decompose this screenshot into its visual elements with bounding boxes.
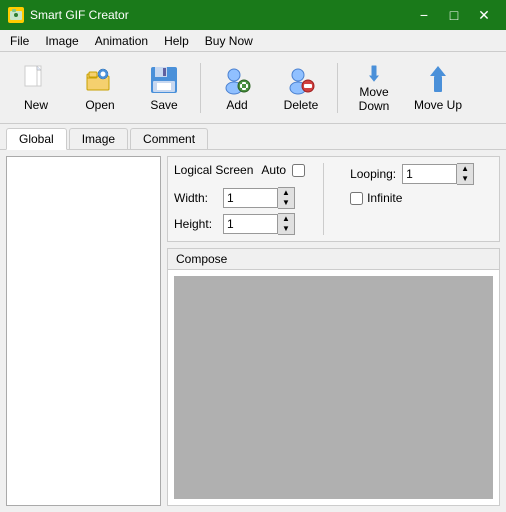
- screen-settings: Logical Screen Auto Width: 1 ▲ ▼: [174, 163, 305, 235]
- height-up-btn[interactable]: ▲: [278, 214, 294, 224]
- looping-up-btn[interactable]: ▲: [457, 164, 473, 174]
- width-up-btn[interactable]: ▲: [278, 188, 294, 198]
- width-label: Width:: [174, 191, 219, 205]
- tab-comment[interactable]: Comment: [130, 128, 208, 149]
- menu-bar: File Image Animation Help Buy Now: [0, 30, 506, 52]
- delete-label: Delete: [284, 98, 319, 112]
- save-label: Save: [150, 98, 177, 112]
- height-label: Height:: [174, 217, 219, 231]
- app-title: Smart GIF Creator: [30, 8, 410, 22]
- open-label: Open: [85, 98, 114, 112]
- move-down-label: Move Down: [349, 85, 399, 113]
- new-label: New: [24, 98, 48, 112]
- tab-global[interactable]: Global: [6, 128, 67, 150]
- width-spinner: 1 ▲ ▼: [223, 187, 295, 209]
- window-controls: − □ ✕: [410, 4, 498, 26]
- add-icon: [221, 64, 253, 96]
- title-bar: Smart GIF Creator − □ ✕: [0, 0, 506, 30]
- compose-tab-label: Compose: [176, 252, 227, 266]
- move-up-icon: [422, 64, 454, 96]
- height-input[interactable]: 1: [223, 214, 278, 234]
- add-label: Add: [226, 98, 247, 112]
- menu-animation[interactable]: Animation: [87, 30, 156, 51]
- looping-input[interactable]: 1: [402, 164, 457, 184]
- move-down-button[interactable]: Move Down: [344, 58, 404, 118]
- content-area: Global Image Comment Logical Screen Auto: [0, 124, 506, 512]
- add-button[interactable]: Add: [207, 58, 267, 118]
- auto-checkbox[interactable]: [292, 164, 305, 177]
- menu-buy-now[interactable]: Buy Now: [197, 30, 261, 51]
- move-down-icon: [358, 63, 390, 83]
- looping-down-btn[interactable]: ▼: [457, 174, 473, 184]
- settings-divider: [323, 163, 324, 235]
- move-up-label: Move Up: [414, 98, 462, 112]
- width-spin-btns: ▲ ▼: [278, 187, 295, 209]
- compose-canvas: MEDIA: [174, 276, 493, 499]
- close-button[interactable]: ✕: [470, 4, 498, 26]
- delete-button[interactable]: Delete: [271, 58, 331, 118]
- auto-label: Auto: [261, 163, 286, 177]
- looping-label: Looping:: [350, 167, 396, 181]
- menu-file[interactable]: File: [2, 30, 37, 51]
- right-section: Logical Screen Auto Width: 1 ▲ ▼: [167, 156, 500, 506]
- menu-image[interactable]: Image: [37, 30, 86, 51]
- tab-image[interactable]: Image: [69, 128, 128, 149]
- looping-spinner: 1 ▲ ▼: [402, 163, 474, 185]
- height-spin-btns: ▲ ▼: [278, 213, 295, 235]
- toolbar-sep-2: [337, 63, 338, 113]
- frame-list: [6, 156, 161, 506]
- infinite-checkbox[interactable]: [350, 192, 363, 205]
- maximize-button[interactable]: □: [440, 4, 468, 26]
- height-spinner: 1 ▲ ▼: [223, 213, 295, 235]
- main-panel: Logical Screen Auto Width: 1 ▲ ▼: [0, 150, 506, 512]
- toolbar: New Open Save: [0, 52, 506, 124]
- open-icon: [84, 64, 116, 96]
- toolbar-sep-1: [200, 63, 201, 113]
- app-icon: [8, 7, 24, 23]
- width-down-btn[interactable]: ▼: [278, 198, 294, 208]
- infinite-label: Infinite: [367, 191, 402, 205]
- tabs-row: Global Image Comment: [0, 124, 506, 150]
- minimize-button[interactable]: −: [410, 4, 438, 26]
- width-input[interactable]: 1: [223, 188, 278, 208]
- height-down-btn[interactable]: ▼: [278, 224, 294, 234]
- looping-settings: Looping: 1 ▲ ▼ Infinite: [342, 163, 474, 235]
- new-icon: [20, 64, 52, 96]
- logical-screen-label: Logical Screen: [174, 163, 253, 177]
- compose-tab-header: Compose: [168, 249, 499, 270]
- save-icon: [148, 64, 180, 96]
- menu-help[interactable]: Help: [156, 30, 197, 51]
- open-button[interactable]: Open: [70, 58, 130, 118]
- save-button[interactable]: Save: [134, 58, 194, 118]
- new-button[interactable]: New: [6, 58, 66, 118]
- move-up-button[interactable]: Move Up: [408, 58, 468, 118]
- delete-icon: [285, 64, 317, 96]
- compose-panel: Compose MEDIA: [167, 248, 500, 506]
- settings-panel: Logical Screen Auto Width: 1 ▲ ▼: [167, 156, 500, 242]
- looping-spin-btns: ▲ ▼: [457, 163, 474, 185]
